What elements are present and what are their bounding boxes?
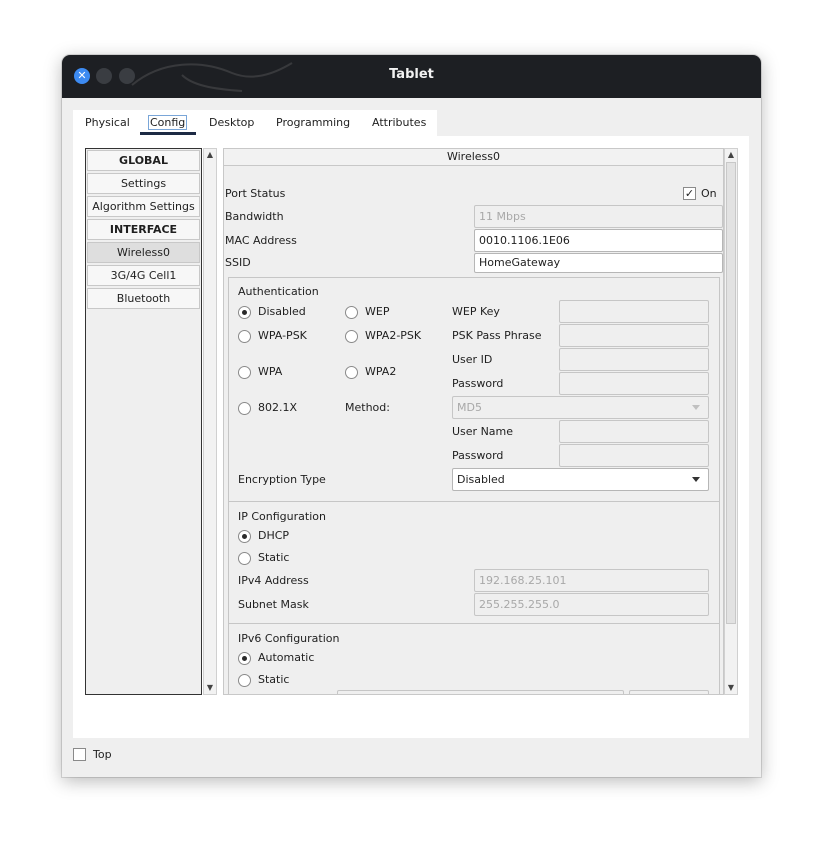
chevron-down-icon bbox=[692, 477, 700, 482]
mac-address-label: MAC Address bbox=[225, 234, 297, 247]
sidebar-scrollbar[interactable]: ▲ ▼ bbox=[203, 148, 217, 695]
user-id-field[interactable] bbox=[559, 348, 709, 371]
ipv6-configuration-group: IPv6 Configuration Automatic Static bbox=[228, 623, 720, 694]
tab-desktop[interactable]: Desktop bbox=[209, 116, 254, 129]
checkmark-icon: ✓ bbox=[684, 187, 695, 200]
sidebar-header-interface: INTERFACE bbox=[87, 219, 200, 240]
encryption-type-value: Disabled bbox=[457, 473, 505, 486]
subnet-mask-field[interactable]: 255.255.255.0 bbox=[474, 593, 709, 616]
chevron-down-icon bbox=[692, 405, 700, 410]
password2-field[interactable] bbox=[559, 444, 709, 467]
password2-label: Password bbox=[452, 449, 504, 462]
ipv6-address-field[interactable] bbox=[337, 690, 624, 694]
auth-wpa2-psk-radio[interactable] bbox=[345, 330, 358, 343]
active-tab-indicator bbox=[140, 132, 196, 135]
password-field[interactable] bbox=[559, 372, 709, 395]
ip-dhcp-label: DHCP bbox=[258, 529, 290, 542]
ip-static-label: Static bbox=[258, 551, 290, 564]
sidebar-item-algorithm-settings[interactable]: Algorithm Settings bbox=[87, 196, 200, 217]
auth-8021x-label: 802.1X bbox=[258, 401, 298, 414]
ipv6-static-radio[interactable] bbox=[238, 674, 251, 687]
tab-bar: Physical Config Desktop Programming Attr… bbox=[73, 110, 437, 136]
auth-8021x-radio[interactable] bbox=[238, 402, 251, 415]
auth-wpa2-radio[interactable] bbox=[345, 366, 358, 379]
ssid-label: SSID bbox=[225, 256, 251, 269]
auth-wpa-label: WPA bbox=[258, 365, 283, 378]
ssid-field[interactable]: HomeGateway bbox=[474, 253, 723, 273]
auth-wpa-psk-label: WPA-PSK bbox=[258, 329, 307, 342]
scroll-down-icon[interactable]: ▼ bbox=[726, 683, 736, 693]
tab-config[interactable]: Config bbox=[147, 115, 188, 130]
scroll-up-icon[interactable]: ▲ bbox=[205, 150, 215, 160]
authentication-title: Authentication bbox=[238, 285, 319, 298]
scroll-thumb[interactable] bbox=[726, 162, 736, 624]
config-panel: GLOBAL Settings Algorithm Settings INTER… bbox=[73, 136, 749, 738]
title-bar[interactable]: ✕ Tablet bbox=[62, 55, 761, 98]
ipv4-address-field[interactable]: 192.168.25.101 bbox=[474, 569, 709, 592]
scroll-up-icon[interactable]: ▲ bbox=[726, 150, 736, 160]
tab-attributes[interactable]: Attributes bbox=[372, 116, 426, 129]
app-window: ✕ Tablet Physical Config Desktop Program… bbox=[62, 55, 761, 777]
ipv6-automatic-label: Automatic bbox=[258, 651, 315, 664]
sidebar-item-bluetooth[interactable]: Bluetooth bbox=[87, 288, 200, 309]
ipv6-config-title: IPv6 Configuration bbox=[238, 632, 340, 645]
encryption-type-select[interactable]: Disabled bbox=[452, 468, 709, 491]
window-title: Tablet bbox=[389, 67, 434, 82]
port-status-label: Port Status bbox=[225, 187, 286, 200]
scroll-down-icon[interactable]: ▼ bbox=[205, 683, 215, 693]
method-value: MD5 bbox=[457, 401, 482, 414]
method-label: Method: bbox=[345, 401, 390, 414]
ip-dhcp-radio[interactable] bbox=[238, 530, 251, 543]
sidebar-item-wireless0[interactable]: Wireless0 bbox=[87, 242, 200, 263]
user-name-label: User Name bbox=[452, 425, 514, 438]
top-checkbox[interactable] bbox=[73, 748, 86, 761]
ipv6-automatic-radio[interactable] bbox=[238, 652, 251, 665]
auth-wpa2-psk-label: WPA2-PSK bbox=[365, 329, 422, 342]
ip-configuration-group: IP Configuration DHCP Static IPv4 Addres… bbox=[228, 501, 720, 624]
auth-wep-label: WEP bbox=[365, 305, 390, 318]
port-status-on-label: On bbox=[701, 187, 717, 200]
config-sidebar: GLOBAL Settings Algorithm Settings INTER… bbox=[85, 148, 202, 695]
auth-wpa2-label: WPA2 bbox=[365, 365, 397, 378]
encryption-type-label: Encryption Type bbox=[238, 473, 326, 486]
port-status-checkbox[interactable]: ✓ bbox=[683, 187, 696, 200]
user-id-label: User ID bbox=[452, 353, 493, 366]
sidebar-item-cell1[interactable]: 3G/4G Cell1 bbox=[87, 265, 200, 286]
authentication-group: Authentication Disabled WEP WEP Key WPA-… bbox=[228, 277, 720, 502]
bandwidth-label: Bandwidth bbox=[225, 210, 284, 223]
ip-config-title: IP Configuration bbox=[238, 510, 326, 523]
subnet-mask-label: Subnet Mask bbox=[238, 598, 309, 611]
ipv4-address-label: IPv4 Address bbox=[238, 574, 309, 587]
interface-config: Wireless0 Port Status ✓ On Bandwidth 11 … bbox=[223, 148, 724, 695]
ipv6-static-label: Static bbox=[258, 673, 290, 686]
wep-key-label: WEP Key bbox=[452, 305, 500, 318]
auth-wep-radio[interactable] bbox=[345, 306, 358, 319]
auth-wpa-radio[interactable] bbox=[238, 366, 251, 379]
top-label: Top bbox=[93, 748, 112, 761]
config-scrollbar[interactable]: ▲ ▼ bbox=[724, 148, 738, 695]
ip-static-radio[interactable] bbox=[238, 552, 251, 565]
tab-programming[interactable]: Programming bbox=[276, 116, 350, 129]
psk-pass-phrase-field[interactable] bbox=[559, 324, 709, 347]
auth-disabled-radio[interactable] bbox=[238, 306, 251, 319]
mac-address-field[interactable]: 0010.1106.1E06 bbox=[474, 229, 723, 252]
sidebar-header-global: GLOBAL bbox=[87, 150, 200, 171]
bandwidth-field[interactable]: 11 Mbps bbox=[474, 205, 723, 228]
auth-disabled-label: Disabled bbox=[258, 305, 306, 318]
interface-header: Wireless0 bbox=[224, 149, 723, 166]
tab-physical[interactable]: Physical bbox=[85, 116, 130, 129]
sidebar-item-settings[interactable]: Settings bbox=[87, 173, 200, 194]
wep-key-field[interactable] bbox=[559, 300, 709, 323]
ipv6-prefix-field[interactable] bbox=[629, 690, 709, 694]
user-name-field[interactable] bbox=[559, 420, 709, 443]
password-label: Password bbox=[452, 377, 504, 390]
auth-wpa-psk-radio[interactable] bbox=[238, 330, 251, 343]
method-select[interactable]: MD5 bbox=[452, 396, 709, 419]
psk-pass-phrase-label: PSK Pass Phrase bbox=[452, 329, 542, 342]
